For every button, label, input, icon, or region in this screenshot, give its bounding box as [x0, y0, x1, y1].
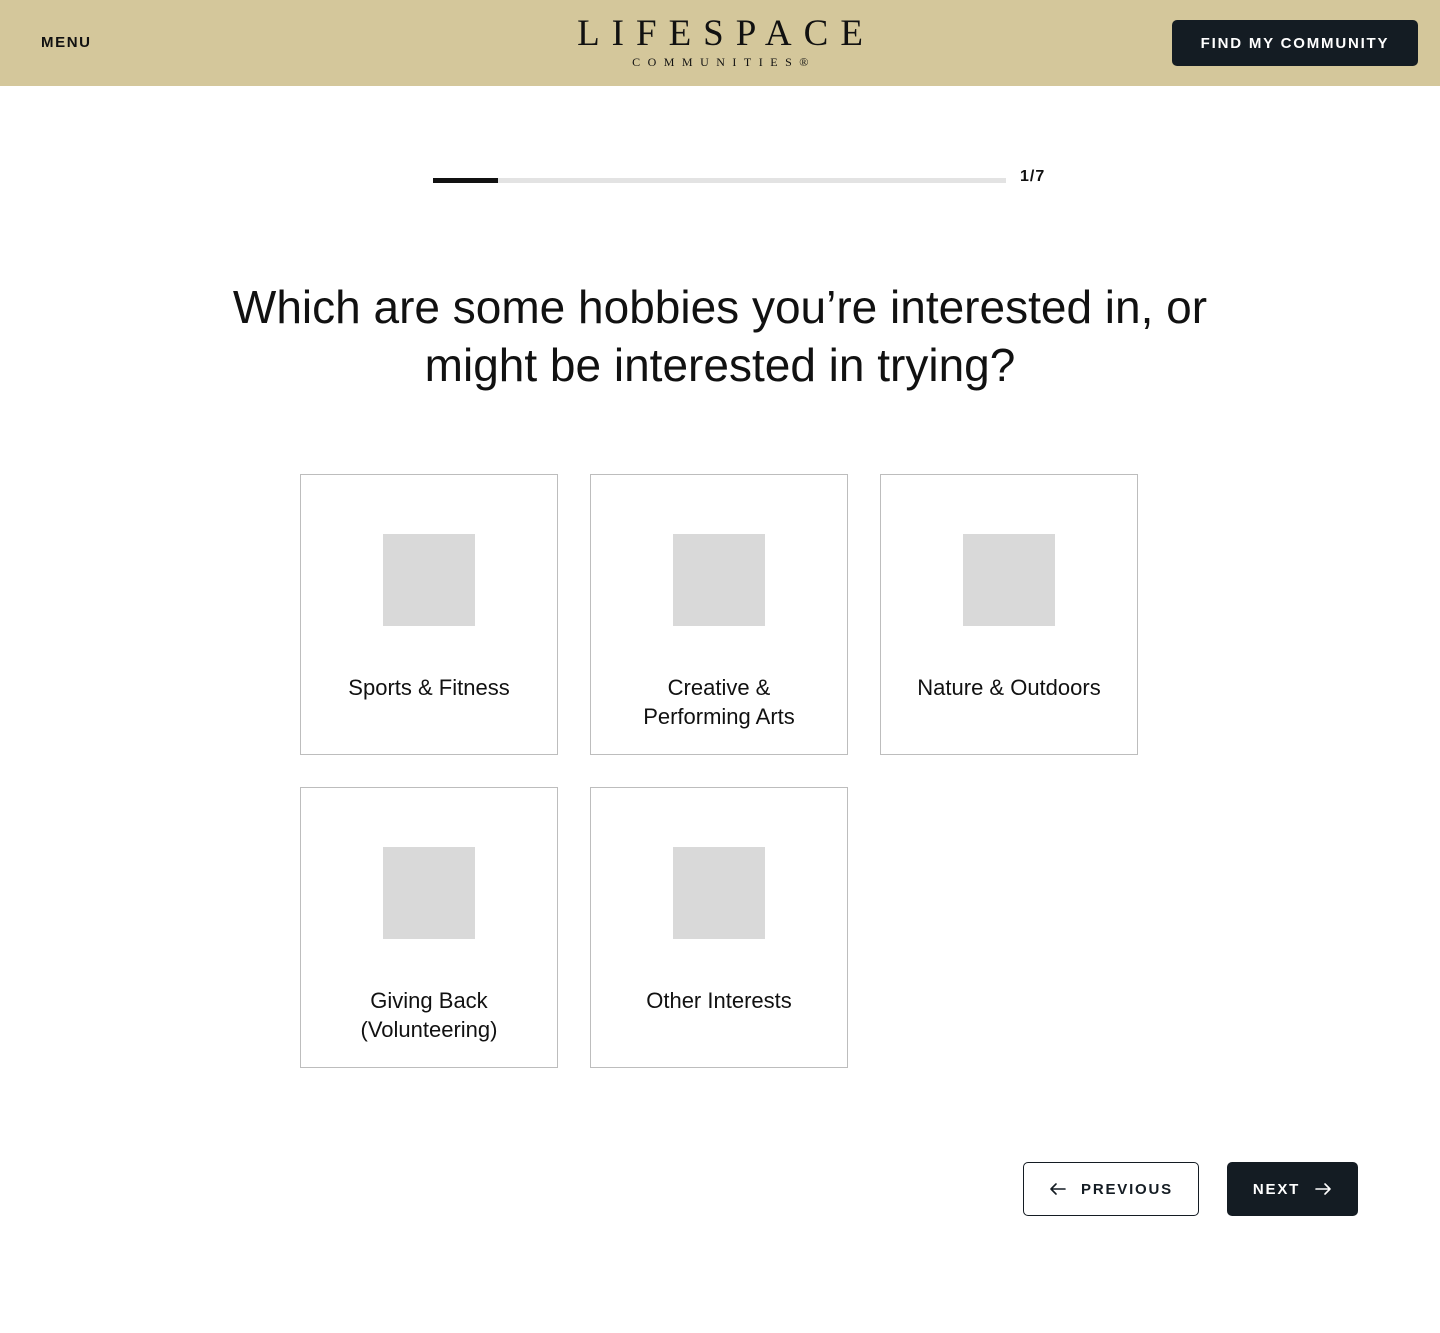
arrow-left-icon [1049, 1182, 1067, 1196]
option-image-placeholder [383, 534, 475, 626]
option-card-nature-outdoors[interactable]: Nature & Outdoors [880, 474, 1138, 755]
arrow-right-icon [1314, 1182, 1332, 1196]
next-button[interactable]: NEXT [1227, 1162, 1358, 1216]
progress-bar-fill [433, 178, 499, 183]
progress-step-label: 1/7 [1020, 168, 1046, 185]
option-image-placeholder [673, 847, 765, 939]
progress-bar [433, 178, 1006, 183]
option-label: Sports & Fitness [348, 675, 510, 700]
option-card-creative-performing-arts[interactable]: Creative & Performing Arts [590, 474, 848, 755]
question-heading: Which are some hobbies you’re interested… [232, 281, 1208, 391]
option-image-placeholder [383, 847, 475, 939]
option-label: Other Interests [646, 988, 792, 1013]
option-card-sports-fitness[interactable]: Sports & Fitness [300, 474, 558, 755]
previous-button-label: PREVIOUS [1081, 1180, 1173, 1198]
site-header: MENU LIFESPACE COMMUNITIES® FIND MY COMM… [0, 0, 1440, 86]
previous-button[interactable]: PREVIOUS [1023, 1162, 1199, 1216]
option-card-other-interests[interactable]: Other Interests [590, 787, 848, 1068]
next-button-label: NEXT [1252, 1180, 1301, 1198]
find-my-community-button[interactable]: FIND MY COMMUNITY [1172, 20, 1418, 66]
option-label: Nature & Outdoors [917, 675, 1101, 700]
option-label: Giving Back (Volunteering) [360, 988, 498, 1042]
option-image-placeholder [673, 534, 765, 626]
option-card-giving-back[interactable]: Giving Back (Volunteering) [300, 787, 558, 1068]
option-image-placeholder [963, 534, 1055, 626]
option-label: Creative & Performing Arts [643, 675, 795, 729]
